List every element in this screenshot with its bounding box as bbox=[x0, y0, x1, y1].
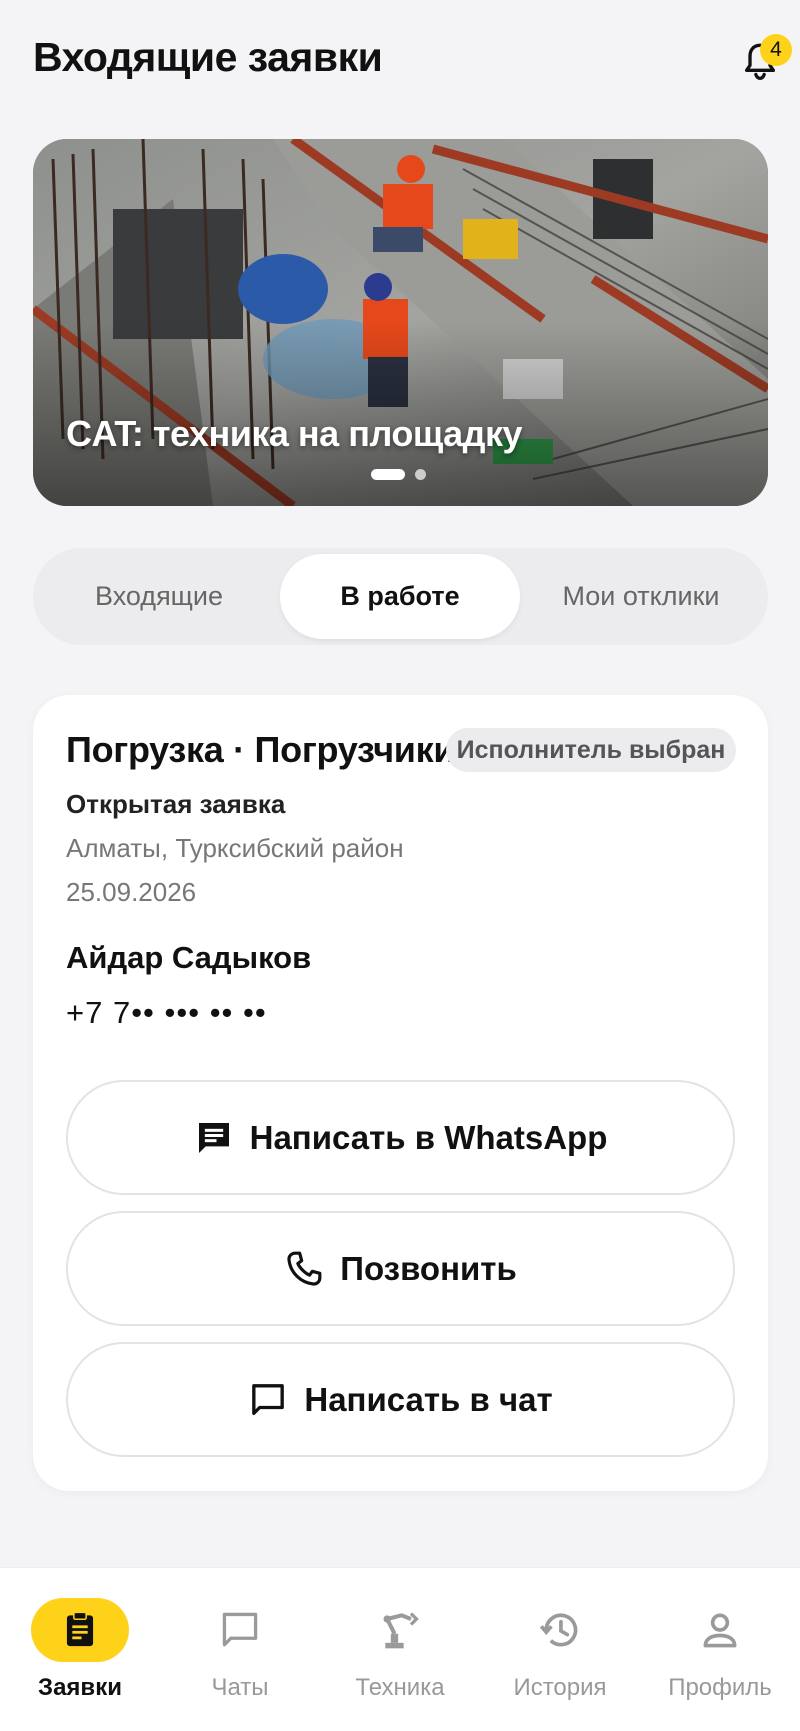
nav-label: Заявки bbox=[38, 1674, 122, 1701]
carousel-dot[interactable] bbox=[415, 469, 426, 480]
chat-bubble-icon bbox=[252, 1383, 285, 1415]
promo-banner[interactable]: CAT: техника на площадку bbox=[33, 139, 768, 506]
tab-my-responses[interactable]: Мои отклики bbox=[521, 554, 761, 639]
nav-label: Чаты bbox=[211, 1674, 269, 1701]
whatsapp-button[interactable]: Написать в WhatsApp bbox=[66, 1080, 735, 1195]
page-title: Входящие заявки bbox=[33, 34, 383, 80]
history-icon bbox=[539, 1613, 578, 1647]
clipboard-icon bbox=[66, 1611, 94, 1647]
excavator-arm-icon bbox=[383, 1612, 419, 1649]
nav-item-chats[interactable]: Чаты bbox=[170, 1598, 310, 1708]
tab-incoming[interactable]: Входящие bbox=[39, 554, 279, 639]
request-type: Открытая заявка bbox=[66, 789, 286, 819]
call-button[interactable]: Позвонить bbox=[66, 1211, 735, 1326]
notifications-button[interactable]: 4 bbox=[736, 34, 792, 86]
call-button-label: Позвонить bbox=[340, 1249, 517, 1287]
carousel-dot-active[interactable] bbox=[371, 469, 405, 480]
status-tabs: Входящие В работе Мои отклики bbox=[33, 548, 768, 645]
nav-item-profile[interactable]: Профиль bbox=[650, 1598, 790, 1708]
nav-label: Техника bbox=[355, 1674, 445, 1701]
notification-count-badge: 4 bbox=[760, 34, 792, 66]
nav-label: Профиль bbox=[668, 1674, 772, 1701]
chat-button[interactable]: Написать в чат bbox=[66, 1342, 735, 1457]
contact-phone: +7 7•• ••• •• •• bbox=[66, 995, 267, 1030]
chat-bubble-icon bbox=[222, 1612, 258, 1647]
nav-item-requests[interactable]: Заявки bbox=[10, 1598, 150, 1708]
chat-button-label: Написать в чат bbox=[304, 1380, 553, 1418]
request-card: Погрузка · Погрузчики Исполнитель выбран… bbox=[33, 695, 768, 1491]
request-location: Алматы, Турксибский район bbox=[66, 833, 404, 863]
status-badge: Исполнитель выбран bbox=[446, 728, 736, 772]
app-header: Входящие заявки 4 bbox=[0, 0, 800, 120]
message-icon bbox=[198, 1122, 229, 1153]
contact-name: Айдар Садыков bbox=[66, 940, 312, 975]
phone-icon bbox=[287, 1251, 322, 1286]
bottom-navigation: Заявки Чаты Техника История Профиль bbox=[0, 1567, 800, 1731]
request-date: 25.09.2026 bbox=[66, 877, 197, 907]
tab-in-progress[interactable]: В работе bbox=[280, 554, 520, 639]
request-title: Погрузка · Погрузчики bbox=[66, 729, 456, 770]
banner-title: CAT: техника на площадку bbox=[66, 413, 523, 454]
person-icon bbox=[703, 1613, 737, 1648]
whatsapp-button-label: Написать в WhatsApp bbox=[249, 1118, 608, 1156]
nav-item-history[interactable]: История bbox=[490, 1598, 630, 1708]
nav-item-equipment[interactable]: Техника bbox=[330, 1598, 470, 1708]
nav-label: История bbox=[513, 1674, 607, 1701]
